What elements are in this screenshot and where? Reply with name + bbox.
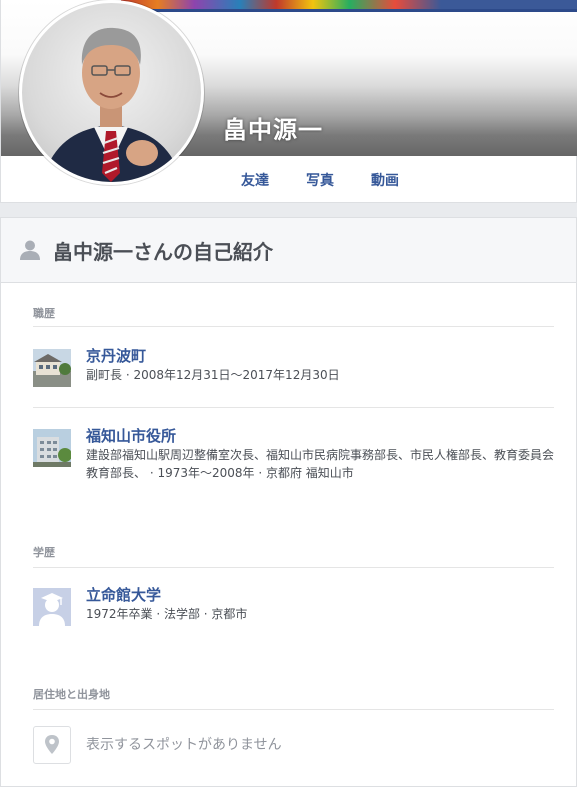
tab-photos[interactable]: 写真 — [306, 170, 334, 190]
divider — [33, 567, 554, 568]
work-details: 副町長 · 2008年12月31日～2017年12月30日 — [86, 368, 340, 382]
divider — [33, 407, 554, 408]
place-placeholder — [33, 726, 71, 764]
cover-photo-banner — [121, 0, 577, 12]
about-header: 畠中源一さんの自己紹介 — [1, 218, 576, 283]
graduation-cap-icon — [33, 588, 71, 626]
workplace-thumbnail[interactable] — [33, 349, 71, 387]
places-empty-text: 表示するスポットがありません — [86, 737, 282, 753]
workplace-thumbnail[interactable] — [33, 429, 71, 467]
about-card: 畠中源一さんの自己紹介 職歴 京丹波町 副町長 · 2008年12月31日～20… — [0, 217, 577, 787]
school-thumbnail[interactable] — [33, 588, 71, 626]
about-title: 畠中源一さんの自己紹介 — [53, 240, 273, 264]
section-label-education: 学歴 — [33, 546, 55, 559]
school-details: 1972年卒業 · 法学部 · 京都市 — [86, 607, 248, 621]
location-pin-icon — [45, 735, 59, 754]
profile-name[interactable]: 畠中源一 — [223, 110, 323, 145]
tab-videos[interactable]: 動画 — [371, 170, 399, 190]
divider — [33, 709, 554, 710]
work-title[interactable]: 京丹波町 — [86, 345, 146, 366]
person-icon — [20, 240, 40, 260]
profile-picture[interactable] — [19, 0, 204, 185]
work-details: 建設部福知山駅周辺整備室次長、福知山市民病院事務部長、市民人権部長、教育委員会教… — [86, 448, 555, 480]
section-label-work: 職歴 — [33, 307, 55, 320]
profile-header: 畠中源一 友達 写真 動画 — [0, 0, 577, 203]
section-label-places: 居住地と出身地 — [33, 688, 110, 701]
profile-photo-image — [42, 27, 182, 182]
tab-friends[interactable]: 友達 — [241, 170, 269, 190]
school-title[interactable]: 立命館大学 — [86, 584, 161, 605]
divider — [33, 326, 554, 327]
work-title[interactable]: 福知山市役所 — [86, 425, 176, 446]
profile-nav: 友達 写真 動画 — [241, 170, 436, 190]
